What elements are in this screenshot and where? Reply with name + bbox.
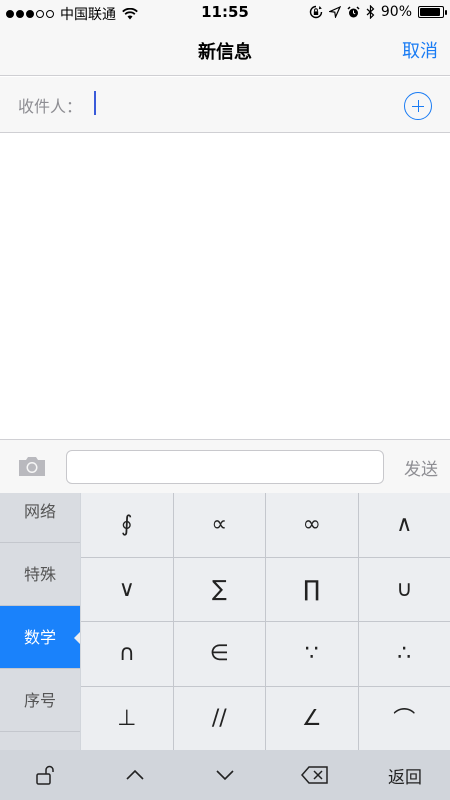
- symbol-key[interactable]: ∈: [173, 622, 265, 686]
- location-icon: [328, 6, 341, 18]
- wifi-icon: [122, 8, 138, 20]
- battery-percent: 90%: [380, 4, 412, 20]
- chevron-down-icon: [216, 770, 234, 781]
- nav-bar: 新信息 取消: [0, 26, 450, 76]
- up-key[interactable]: [90, 750, 180, 800]
- keyboard-toolbar: 返回: [0, 750, 450, 800]
- recipient-row: 收件人：: [0, 77, 450, 133]
- symbol-key[interactable]: //: [173, 686, 265, 750]
- category-math[interactable]: 数学: [0, 606, 80, 669]
- down-key[interactable]: [180, 750, 270, 800]
- symbol-key[interactable]: ∏: [266, 557, 358, 621]
- signal-icon: [6, 10, 54, 18]
- add-contact-icon[interactable]: [404, 92, 432, 120]
- carrier-name: 中国联通: [60, 7, 116, 23]
- alarm-icon: [347, 5, 360, 17]
- symbol-key[interactable]: ∞: [266, 493, 358, 557]
- bluetooth-icon: [366, 5, 375, 19]
- symbol-keyboard: 网络 特殊 数学 序号 ∮ ∝ ∞ ∧ ∨ ∑ ∏ ∪ ∩ ∈ ∵ ∴ ⊥ //…: [0, 493, 450, 800]
- symbol-key[interactable]: ∪: [358, 557, 450, 621]
- status-right: 90%: [309, 4, 447, 20]
- symbol-grid: ∮ ∝ ∞ ∧ ∨ ∑ ∏ ∪ ∩ ∈ ∵ ∴ ⊥ // ∠ ⌒: [81, 493, 450, 750]
- recipient-label: 收件人：: [18, 97, 83, 116]
- symbol-key[interactable]: ⌒: [358, 686, 450, 750]
- text-caret: [94, 91, 96, 115]
- message-area[interactable]: [0, 134, 450, 439]
- symbol-key[interactable]: ∴: [358, 622, 450, 686]
- rotation-lock-icon: [309, 5, 323, 19]
- symbol-key[interactable]: ∠: [266, 686, 358, 750]
- status-left: 中国联通: [6, 4, 138, 24]
- chevron-up-icon: [126, 769, 144, 780]
- delete-icon: [301, 766, 328, 784]
- cancel-button[interactable]: 取消: [402, 37, 438, 63]
- category-ordinal[interactable]: 序号: [0, 669, 80, 732]
- unlock-key[interactable]: [0, 750, 90, 800]
- category-special[interactable]: 特殊: [0, 543, 80, 606]
- symbol-key[interactable]: ∝: [173, 493, 265, 557]
- category-list[interactable]: 网络 特殊 数学 序号: [0, 493, 80, 750]
- symbol-key[interactable]: ⊥: [81, 686, 173, 750]
- delete-key[interactable]: [270, 750, 360, 800]
- unlock-icon: [36, 765, 54, 785]
- symbol-key[interactable]: ∧: [358, 493, 450, 557]
- symbol-key[interactable]: ∮: [81, 493, 173, 557]
- send-button[interactable]: 发送: [404, 455, 438, 480]
- battery-icon: [418, 6, 447, 18]
- page-title: 新信息: [198, 42, 252, 63]
- compose-bar: 发送: [0, 439, 450, 493]
- recipient-input[interactable]: [92, 89, 392, 117]
- message-input[interactable]: [66, 450, 384, 484]
- symbol-key[interactable]: ∑: [173, 557, 265, 621]
- status-bar: 中国联通 11:55 90%: [0, 0, 450, 26]
- camera-icon[interactable]: [17, 455, 47, 477]
- symbol-key[interactable]: ∨: [81, 557, 173, 621]
- return-key[interactable]: 返回: [360, 750, 450, 800]
- category-network[interactable]: 网络: [0, 493, 80, 543]
- symbol-key[interactable]: ∵: [266, 622, 358, 686]
- symbol-key[interactable]: ∩: [81, 622, 173, 686]
